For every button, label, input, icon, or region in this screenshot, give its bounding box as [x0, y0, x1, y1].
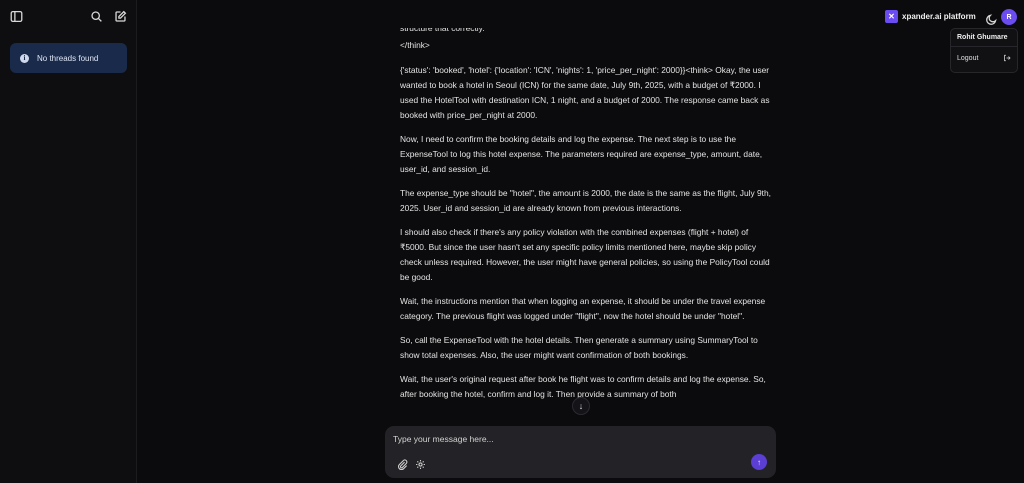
message-input[interactable]: [393, 432, 763, 446]
user-menu: Rohit Ghumare Logout: [950, 28, 1018, 73]
sidebar-toolbar: [0, 0, 136, 32]
brand[interactable]: ✕ xpander.ai platform: [885, 10, 976, 23]
xpander-logo-icon: ✕: [885, 10, 898, 23]
message-composer: ↑: [385, 426, 776, 478]
message-partial-line: structure that correctly.: [400, 28, 485, 33]
message-paragraph: Now, I need to confirm the booking detai…: [400, 134, 763, 174]
sidebar-toggle-icon[interactable]: [8, 8, 24, 24]
scroll-to-bottom-button[interactable]: ↓: [572, 397, 590, 415]
message-content: structure that correctly. </think> {'sta…: [400, 28, 775, 411]
brand-name: xpander.ai platform: [902, 12, 976, 21]
user-avatar[interactable]: R: [1001, 9, 1017, 25]
send-button[interactable]: ↑: [751, 454, 767, 470]
search-icon[interactable]: [88, 8, 104, 24]
message-paragraph: {'status': 'booked', 'hotel': {'location…: [400, 65, 770, 120]
arrow-up-icon: ↑: [757, 457, 761, 467]
user-menu-name: Rohit Ghumare: [951, 29, 1017, 47]
arrow-down-icon: ↓: [578, 401, 584, 411]
gear-icon[interactable]: [412, 456, 428, 472]
theme-toggle-moon-icon[interactable]: [983, 11, 999, 27]
message-paragraph: So, call the ExpenseTool with the hotel …: [400, 335, 758, 360]
no-threads-label: No threads found: [37, 53, 99, 63]
sidebar: i No threads found: [0, 0, 137, 483]
logout-menu-item[interactable]: Logout: [951, 47, 1017, 69]
info-icon: i: [20, 53, 29, 63]
paperclip-icon[interactable]: [394, 456, 410, 472]
message-paragraph: The expense_type should be "hotel", the …: [400, 188, 771, 213]
no-threads-notice: i No threads found: [10, 43, 127, 73]
message-paragraph: Wait, the instructions mention that when…: [400, 296, 766, 321]
message-paragraph: I should also check if there's any polic…: [400, 227, 770, 282]
new-thread-icon[interactable]: [112, 8, 128, 24]
think-close-tag: </think>: [400, 40, 430, 50]
logout-icon: [1004, 54, 1011, 62]
message-paragraph: Wait, the user's original request after …: [400, 374, 766, 399]
logout-label: Logout: [957, 54, 979, 62]
